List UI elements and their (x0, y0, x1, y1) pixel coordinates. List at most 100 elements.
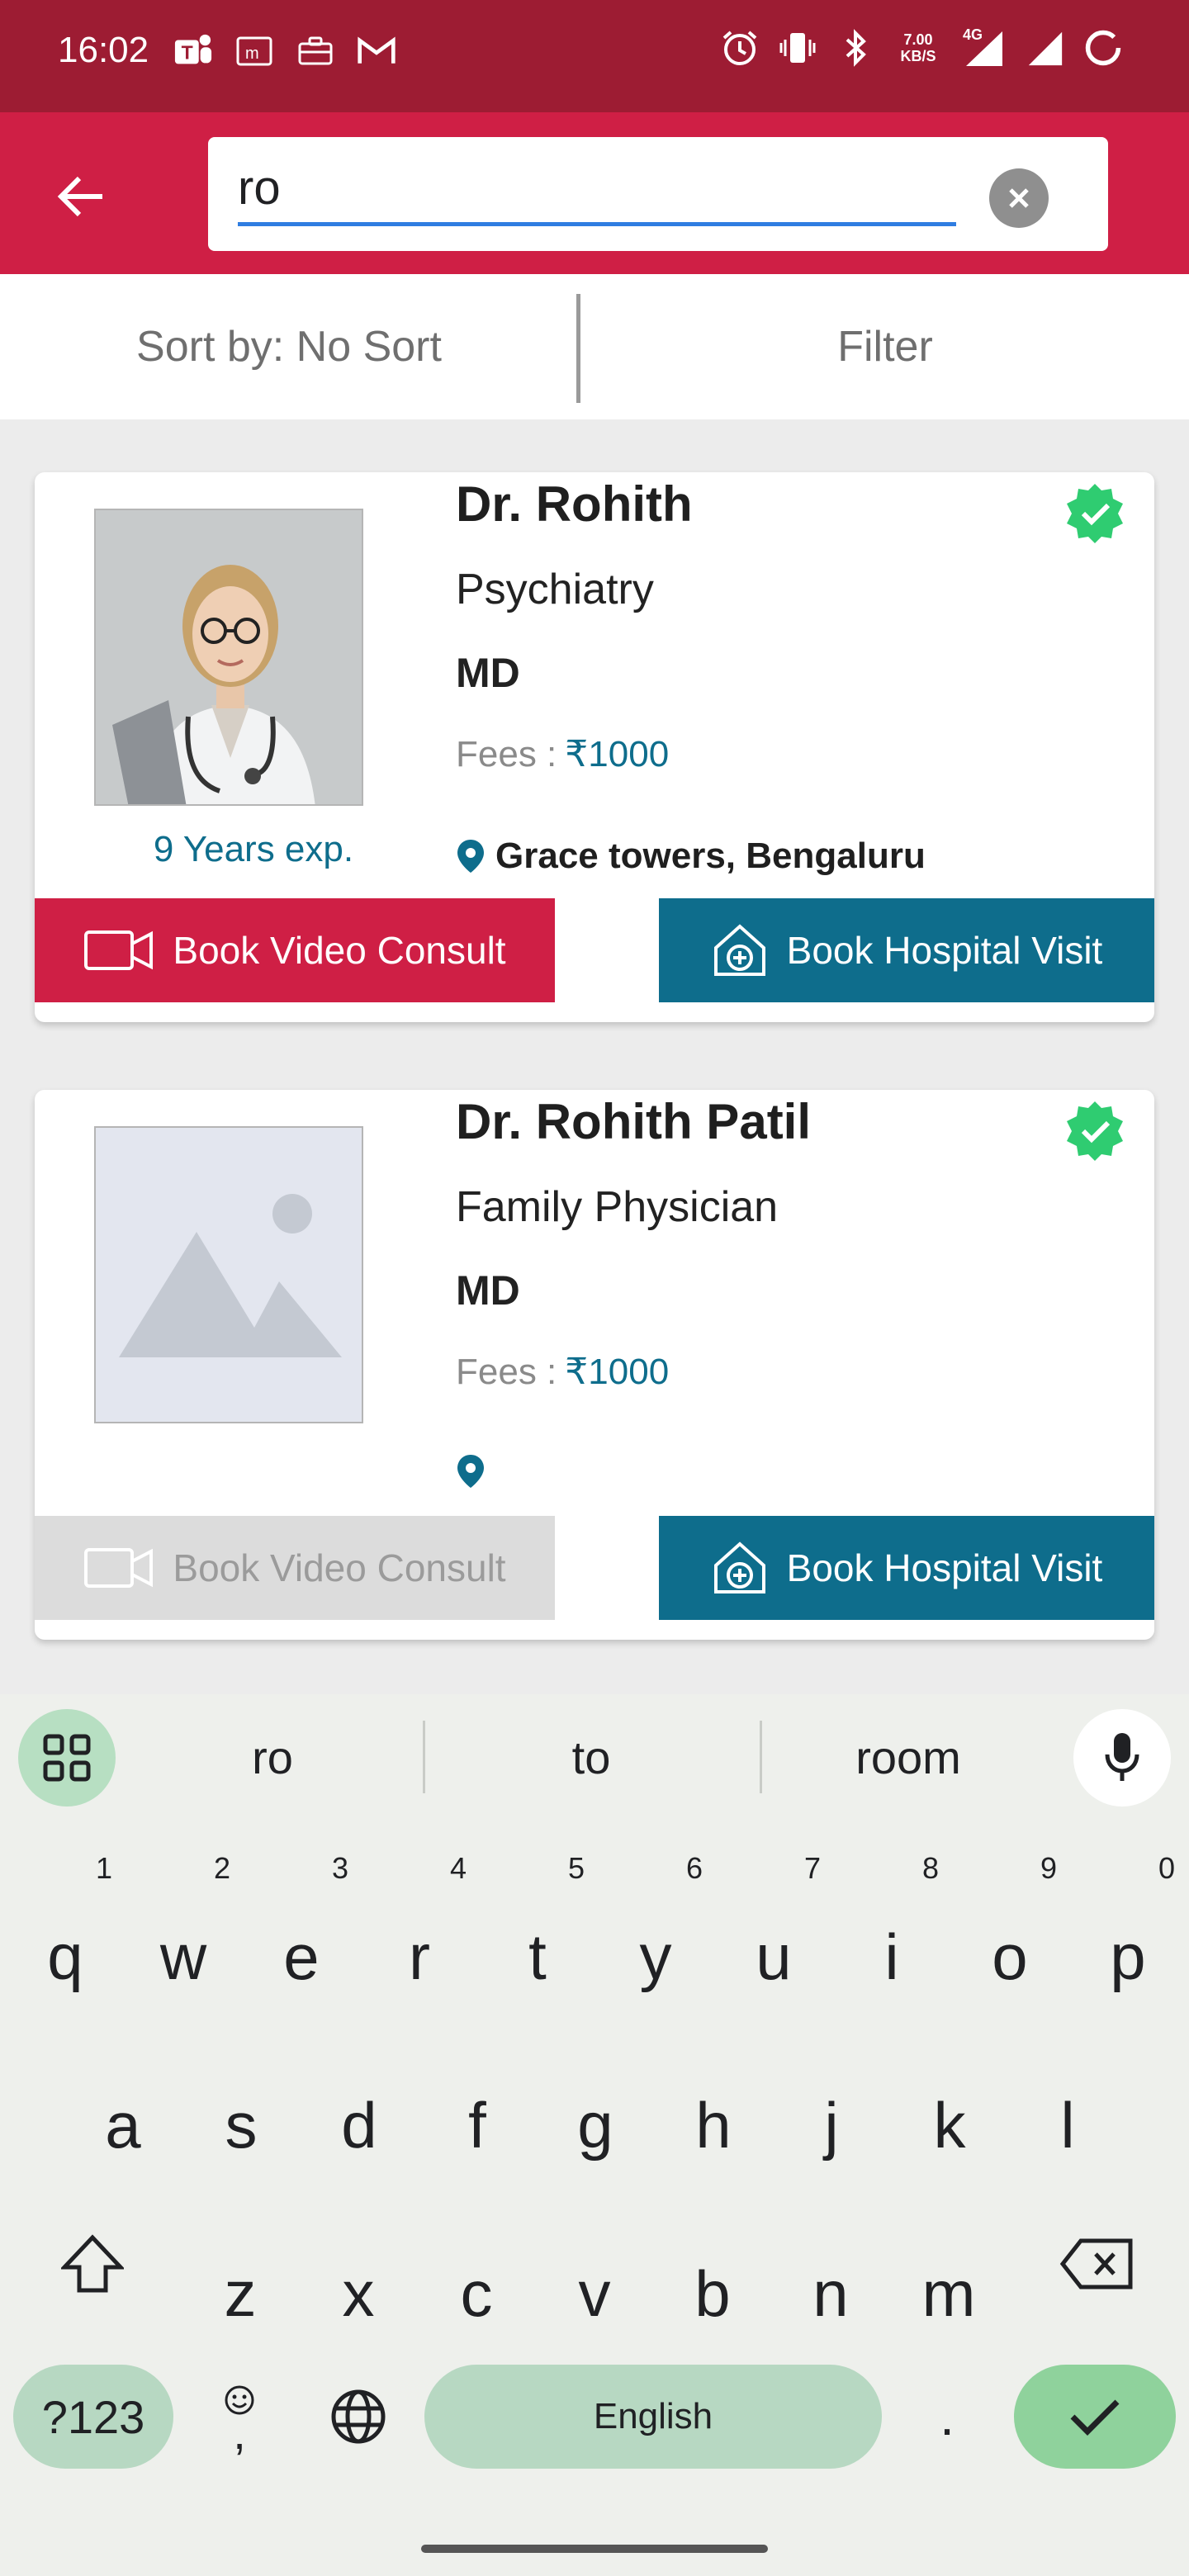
fees-label: Fees : (456, 1352, 557, 1392)
key-n[interactable]: n (785, 2236, 876, 2351)
key-hint: 5 (568, 1851, 585, 1885)
doctor-card[interactable]: Dr. Rohith Patil Family Physician MD Fee… (35, 1090, 1154, 1640)
key-hint: 2 (214, 1851, 231, 1885)
key-m[interactable]: m (903, 2236, 994, 2351)
doctor-name[interactable]: Dr. Rohith (456, 476, 693, 533)
suggestion-divider (760, 1721, 762, 1793)
key-l[interactable]: l (1022, 2067, 1113, 2183)
close-icon (1009, 188, 1029, 208)
key-k[interactable]: k (904, 2067, 995, 2183)
book-hospital-visit-button[interactable]: Book Hospital Visit (659, 1516, 1154, 1620)
emoji-comma-key[interactable]: , (206, 2365, 272, 2469)
sort-filter-divider (576, 294, 580, 403)
key-b[interactable]: b (667, 2236, 758, 2351)
language-key[interactable] (317, 2365, 400, 2469)
briefcase-icon (296, 30, 335, 73)
checkmark-icon (1070, 2399, 1120, 2436)
shift-arrow-icon (61, 2234, 124, 2293)
key-r[interactable]: r (374, 1899, 465, 2015)
search-box (208, 137, 1108, 251)
signal-icon: 4G (961, 26, 1007, 69)
book-hospital-visit-label: Book Hospital Visit (786, 1546, 1103, 1589)
book-video-consult-button[interactable]: Book Video Consult (35, 1516, 555, 1620)
location-pin-icon (457, 1455, 484, 1488)
key-z[interactable]: z (195, 2236, 286, 2351)
key-o[interactable]: o (964, 1899, 1055, 2015)
key-h[interactable]: h (668, 2067, 759, 2183)
status-bar: 16:02 T m 7.00 KB/S 4G (0, 0, 1189, 112)
vibrate-icon (778, 26, 817, 69)
key-e[interactable]: e (256, 1899, 347, 2015)
doctor-card[interactable]: 9 Years exp. Dr. Rohith Psychiatry MD Fe… (35, 472, 1154, 1022)
fees-amount: ₹1000 (565, 1352, 670, 1392)
doctor-location: Grace towers, Bengaluru (456, 836, 926, 877)
shift-key[interactable] (43, 2206, 142, 2322)
bluetooth-icon (836, 26, 875, 69)
key-t[interactable]: t (492, 1899, 583, 2015)
key-y[interactable]: y (610, 1899, 701, 2015)
key-q[interactable]: q (20, 1899, 111, 2015)
app-bar (0, 112, 1189, 274)
key-s[interactable]: s (196, 2067, 287, 2183)
doctor-experience: 9 Years exp. (153, 829, 354, 869)
key-hint: 0 (1158, 1851, 1176, 1885)
hospital-house-icon (713, 1541, 765, 1593)
key-i[interactable]: i (846, 1899, 937, 2015)
grid-apps-icon (43, 1734, 91, 1782)
clear-search-button[interactable] (989, 168, 1049, 228)
doctor-degree: MD (456, 1267, 520, 1314)
mail-m-icon: m (234, 30, 274, 73)
backspace-key[interactable] (1047, 2206, 1146, 2322)
sort-filter-bar: Sort by: No Sort Filter (0, 274, 1189, 419)
teams-icon: T (173, 30, 213, 73)
video-camera-icon (84, 930, 154, 970)
doctor-specialty: Psychiatry (456, 566, 654, 613)
key-hint: 1 (96, 1851, 113, 1885)
key-hint: 8 (922, 1851, 940, 1885)
image-placeholder-icon (96, 1128, 362, 1422)
space-key[interactable]: English (424, 2365, 882, 2469)
search-input[interactable] (238, 157, 956, 226)
keyboard-apps-button[interactable] (18, 1709, 116, 1807)
svg-text:m: m (245, 45, 259, 63)
backspace-icon (1059, 2238, 1133, 2290)
verified-badge-icon (1062, 481, 1128, 547)
doctor-fees: Fees : ₹1000 (456, 1351, 669, 1393)
suggestion-divider (423, 1721, 425, 1793)
period-key[interactable]: . (908, 2365, 986, 2469)
voice-input-button[interactable] (1073, 1709, 1171, 1807)
arrow-left-icon (57, 176, 102, 217)
key-u[interactable]: u (728, 1899, 819, 2015)
enter-key[interactable] (1014, 2365, 1176, 2469)
suggestion-item[interactable]: ro (190, 1731, 355, 1784)
svg-text:T: T (182, 42, 193, 64)
key-v[interactable]: v (549, 2236, 640, 2351)
book-hospital-visit-button[interactable]: Book Hospital Visit (659, 898, 1154, 1002)
key-a[interactable]: a (78, 2067, 168, 2183)
suggestion-item[interactable]: to (509, 1731, 674, 1784)
fees-label: Fees : (456, 734, 557, 774)
fees-amount: ₹1000 (565, 734, 670, 774)
back-button[interactable] (40, 155, 122, 238)
location-pin-icon (457, 840, 484, 873)
hospital-house-icon (713, 924, 765, 976)
key-p[interactable]: p (1082, 1899, 1173, 2015)
suggestion-item[interactable]: room (826, 1731, 991, 1784)
key-f[interactable]: f (432, 2067, 523, 2183)
filter-button[interactable]: Filter (581, 274, 1189, 419)
key-x[interactable]: x (313, 2236, 404, 2351)
key-w[interactable]: w (138, 1899, 229, 2015)
key-c[interactable]: c (431, 2236, 522, 2351)
book-video-consult-button[interactable]: Book Video Consult (35, 898, 555, 1002)
symbols-key[interactable]: ?123 (13, 2365, 173, 2469)
doctor-specialty: Family Physician (456, 1183, 779, 1231)
key-hint: 7 (804, 1851, 822, 1885)
sort-button[interactable]: Sort by: No Sort (0, 274, 578, 419)
key-g[interactable]: g (550, 2067, 641, 2183)
home-indicator (421, 2545, 768, 2553)
doctor-name[interactable]: Dr. Rohith Patil (456, 1093, 811, 1150)
key-j[interactable]: j (786, 2067, 877, 2183)
key-d[interactable]: d (314, 2067, 405, 2183)
key-hint: 3 (332, 1851, 349, 1885)
microphone-icon (1105, 1733, 1139, 1781)
